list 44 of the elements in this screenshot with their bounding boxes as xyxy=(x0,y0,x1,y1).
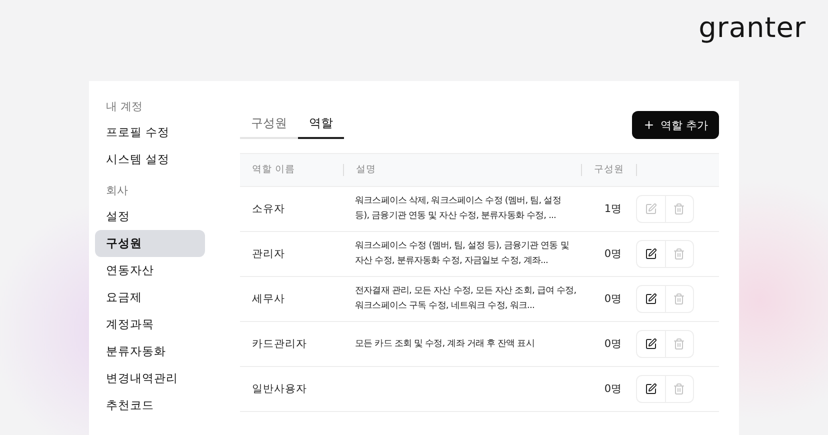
trash-icon xyxy=(673,203,686,215)
role-description: 워크스페이스 삭제, 워크스페이스 수정 (멤버, 팀, 설정 등), 금융기관 연동 및 자산 수정, 분류자동화 수정, ... xyxy=(354,195,562,223)
role-name: 관리자 xyxy=(251,247,286,261)
sidebar-item[interactable]: 시스템 설정 xyxy=(95,146,205,173)
member-count: 0명 xyxy=(603,292,623,306)
sidebar-item[interactable]: 변경내역관리 xyxy=(95,365,205,392)
sidebar-item[interactable]: 설정 xyxy=(95,203,205,230)
sidebar-item[interactable]: 구성원 xyxy=(95,230,205,257)
pencil-icon xyxy=(644,338,657,350)
sidebar-item[interactable]: 분류자동화 xyxy=(95,338,205,365)
add-role-button[interactable]: 역할 추가 xyxy=(632,111,719,139)
trash-icon xyxy=(673,383,686,395)
role-name: 카드관리자 xyxy=(251,337,308,351)
role-name: 소유자 xyxy=(251,202,286,216)
sidebar-item[interactable]: 계정과목 xyxy=(95,311,205,338)
column-header: 역할 이름 xyxy=(251,164,296,176)
sidebar-section-title: 내 계정 xyxy=(105,99,144,115)
column-header: 구성원 xyxy=(581,164,636,176)
role-name: 일반사용자 xyxy=(251,382,308,396)
role-description: 워크스페이스 수정 (멤버, 팀, 설정 등), 금융기관 연동 및 자산 수정, 분류자동화 수정, 자금일보 수정, 계좌... xyxy=(354,240,570,268)
plus-icon xyxy=(642,119,654,131)
trash-icon xyxy=(673,248,686,260)
column-header: 설명 xyxy=(343,164,581,176)
member-count: 0명 xyxy=(603,382,623,396)
pencil-icon xyxy=(644,248,657,260)
member-count: 0명 xyxy=(603,247,623,261)
role-description: 모든 카드 조회 및 수정, 계좌 거래 후 잔액 표시 xyxy=(354,338,536,350)
trash-icon xyxy=(673,338,686,350)
role-name: 세무사 xyxy=(251,292,286,306)
sidebar-item[interactable]: 추천코드 xyxy=(95,392,205,419)
sidebar-item[interactable]: 연동자산 xyxy=(95,257,205,284)
pencil-icon xyxy=(644,293,657,305)
pencil-icon xyxy=(644,203,657,215)
role-description: 전자결재 관리, 모든 자산 수정, 모든 자산 조회, 급여 수정, 워크스페이스 구독 수정, 네트워크 수정, 워크... xyxy=(354,285,578,313)
pencil-icon xyxy=(644,383,657,395)
logo: granter xyxy=(698,14,806,46)
member-count: 0명 xyxy=(603,337,623,351)
sidebar-item[interactable]: 요금제 xyxy=(95,284,205,311)
tab[interactable]: 구성원 xyxy=(240,111,298,139)
member-count: 1명 xyxy=(603,202,623,216)
sidebar-section-title: 회사 xyxy=(105,183,129,199)
sidebar-item[interactable]: 프로필 수정 xyxy=(95,119,205,146)
tab[interactable]: 역할 xyxy=(298,111,344,139)
trash-icon xyxy=(673,293,686,305)
